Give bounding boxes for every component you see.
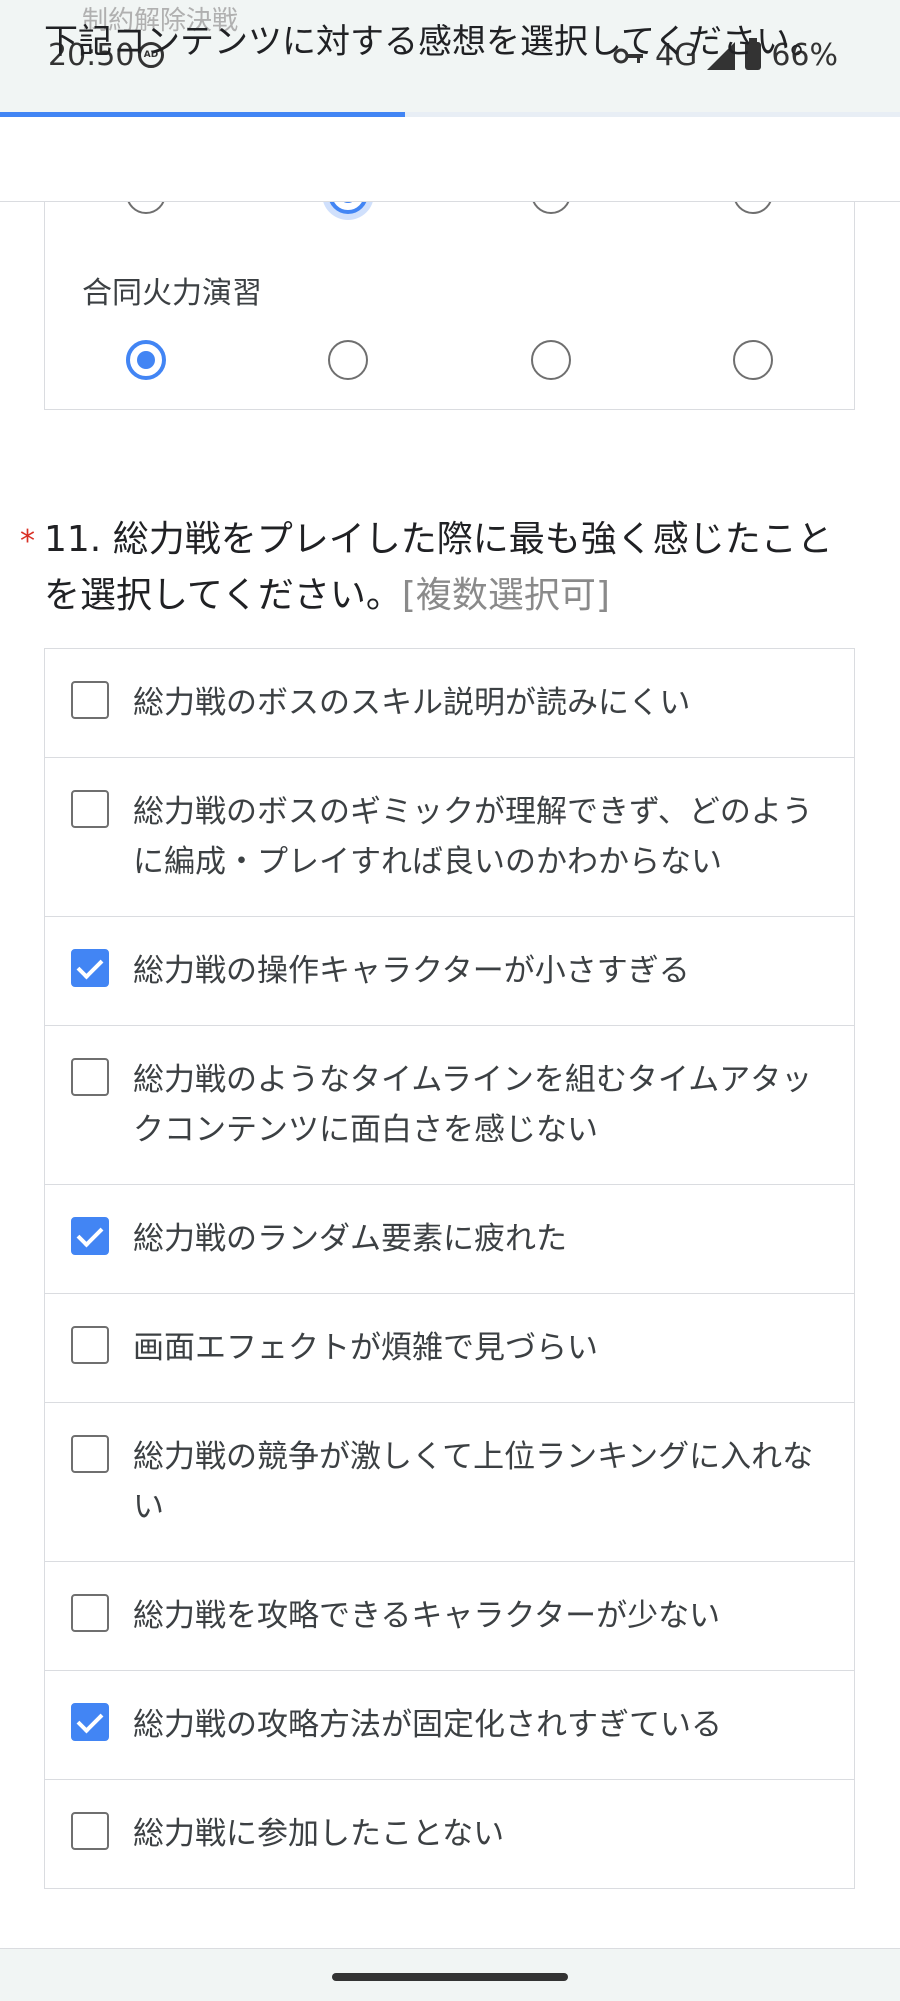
checkbox-unchecked[interactable] xyxy=(71,681,109,719)
checkbox-options-list: 総力戦のボスのスキル説明が読みにくい総力戦のボスのギミックが理解できず、どのよう… xyxy=(44,648,855,1889)
checkbox-label: 総力戦を攻略できるキャラクターが少ない xyxy=(133,1598,721,1634)
checkbox-unchecked[interactable] xyxy=(71,790,109,828)
checkbox-unchecked[interactable] xyxy=(71,1594,109,1632)
checkbox-unchecked[interactable] xyxy=(71,1326,109,1364)
checkbox-label: 総力戦のランダム要素に疲れた xyxy=(133,1221,567,1257)
checkbox-label: 画面エフェクトが煩雑で見づらい xyxy=(133,1330,598,1366)
checkbox-option[interactable]: 総力戦の競争が激しくて上位ランキングに入れない xyxy=(45,1403,854,1562)
checkbox-label: 総力戦の競争が激しくて上位ランキングに入れない xyxy=(133,1439,814,1525)
checkbox-option[interactable]: 総力戦のようなタイムラインを組むタイムアタックコンテンツに面白さを感じない xyxy=(45,1026,854,1185)
checkbox-option[interactable]: 総力戦の操作キャラクターが小さすぎる xyxy=(45,917,854,1026)
required-mark: * xyxy=(20,524,35,559)
grid-radio[interactable] xyxy=(531,340,571,380)
grid-question-title: 下記コンテンツに対する感想を選択してください。 xyxy=(44,22,824,62)
checkbox-label: 総力戦のようなタイムラインを組むタイムアタックコンテンツに面白さを感じない xyxy=(133,1062,813,1148)
checkbox-unchecked[interactable] xyxy=(71,1812,109,1850)
checkbox-option[interactable]: 総力戦を攻略できるキャラクターが少ない xyxy=(45,1562,854,1671)
grid-sticky-header xyxy=(0,117,900,202)
checkbox-option[interactable]: 総力戦の攻略方法が固定化されすぎている xyxy=(45,1671,854,1780)
gesture-handle[interactable] xyxy=(332,1973,568,1981)
checkbox-option[interactable]: 総力戦のボスのスキル説明が読みにくい xyxy=(45,649,854,758)
checkbox-label: 総力戦の操作キャラクターが小さすぎる xyxy=(133,953,690,989)
grid-radio[interactable] xyxy=(126,340,166,380)
checkbox-option[interactable]: 画面エフェクトが煩雑で見づらい xyxy=(45,1294,854,1403)
checkbox-unchecked[interactable] xyxy=(71,1058,109,1096)
checkbox-checked[interactable] xyxy=(71,1703,109,1741)
checkbox-label: 総力戦に参加したことない xyxy=(133,1816,505,1852)
grid-row-label: 合同火力演習 xyxy=(82,276,262,311)
checkbox-unchecked[interactable] xyxy=(71,1435,109,1473)
checkbox-option[interactable]: 総力戦のボスのギミックが理解できず、どのように編成・プレイすれば良いのかわからな… xyxy=(45,758,854,917)
question-hint: [複数選択可] xyxy=(401,575,610,616)
checkbox-option[interactable]: 総力戦に参加したことない xyxy=(45,1780,854,1888)
question-title: 11. 総力戦をプレイした際に最も強く感じたことを選択してください。[複数選択可… xyxy=(44,512,864,624)
checkbox-option[interactable]: 総力戦のランダム要素に疲れた xyxy=(45,1185,854,1294)
grid-radio[interactable] xyxy=(733,340,773,380)
grid-radio[interactable] xyxy=(328,340,368,380)
checkbox-checked[interactable] xyxy=(71,949,109,987)
checkbox-label: 総力戦の攻略方法が固定化されすぎている xyxy=(133,1707,722,1743)
checkbox-label: 総力戦のボスのギミックが理解できず、どのように編成・プレイすれば良いのかわからな… xyxy=(133,794,813,880)
checkbox-checked[interactable] xyxy=(71,1217,109,1255)
checkbox-label: 総力戦のボスのスキル説明が読みにくい xyxy=(133,685,691,721)
navigation-bar xyxy=(0,1948,900,2001)
